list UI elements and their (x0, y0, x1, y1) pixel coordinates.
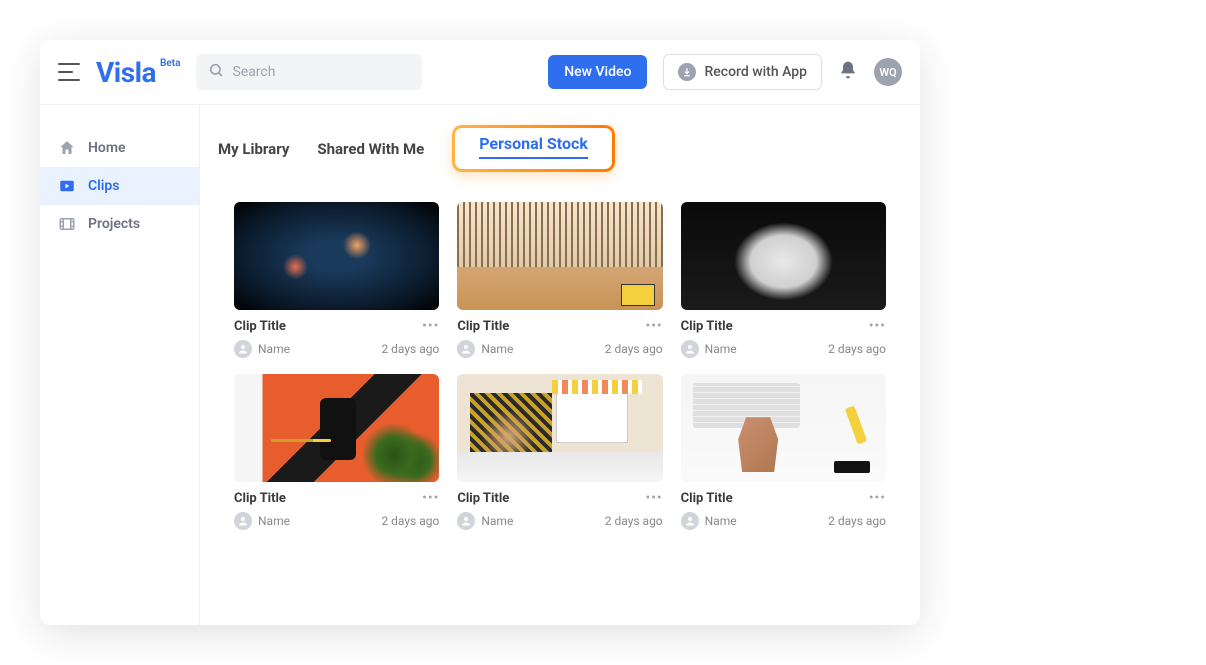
author-avatar-icon (234, 512, 252, 530)
clip-thumbnail[interactable] (681, 202, 886, 310)
clip-title: Clip Title (681, 491, 733, 506)
clip-card: Clip Title ••• Name 2 days ago (234, 374, 439, 530)
tab-shared-with-me[interactable]: Shared With Me (317, 132, 424, 166)
clip-time: 2 days ago (828, 514, 886, 528)
clip-title: Clip Title (457, 491, 509, 506)
author-avatar-icon (457, 340, 475, 358)
author-avatar-icon (681, 340, 699, 358)
new-video-button[interactable]: New Video (548, 55, 647, 89)
sidebar-item-label: Clips (88, 178, 120, 194)
header-bar: Visla Beta New Video Record with App WQ (40, 40, 920, 105)
clip-thumbnail[interactable] (457, 374, 662, 482)
clip-card: Clip Title ••• Name 2 days ago (234, 202, 439, 358)
clip-card: Clip Title ••• Name 2 days ago (457, 202, 662, 358)
tab-personal-stock[interactable]: Personal Stock (452, 125, 615, 172)
clip-thumbnail[interactable] (681, 374, 886, 482)
author-name: Name (705, 514, 737, 528)
author-name: Name (481, 342, 513, 356)
clip-time: 2 days ago (828, 342, 886, 356)
author-avatar-icon (234, 340, 252, 358)
sidebar-item-projects[interactable]: Projects (40, 205, 199, 243)
author-avatar-icon (457, 512, 475, 530)
author-avatar-icon (681, 512, 699, 530)
sidebar: Home Clips Projects (40, 105, 200, 625)
sidebar-item-label: Projects (88, 216, 140, 232)
main-content: My Library Shared With Me Personal Stock… (200, 105, 920, 625)
sidebar-item-home[interactable]: Home (40, 129, 199, 167)
clip-author: Name (681, 512, 737, 530)
app-window: Visla Beta New Video Record with App WQ (40, 40, 920, 625)
tab-personal-stock-label: Personal Stock (479, 134, 588, 159)
clip-thumbnail[interactable] (234, 374, 439, 482)
author-name: Name (258, 342, 290, 356)
library-tabs: My Library Shared With Me Personal Stock (200, 125, 920, 172)
clip-author: Name (234, 512, 290, 530)
brand-beta-tag: Beta (160, 58, 180, 69)
clip-author: Name (457, 512, 513, 530)
more-options-icon[interactable]: ••• (869, 490, 886, 506)
author-name: Name (481, 514, 513, 528)
clip-time: 2 days ago (381, 342, 439, 356)
clips-grid: Clip Title ••• Name 2 days ago (200, 172, 920, 540)
more-options-icon[interactable]: ••• (645, 318, 662, 334)
clip-thumbnail[interactable] (234, 202, 439, 310)
notifications-icon[interactable] (838, 60, 858, 84)
sidebar-item-clips[interactable]: Clips (40, 167, 199, 205)
brand-name: Visla (96, 56, 156, 89)
clip-title: Clip Title (234, 319, 286, 334)
author-name: Name (258, 514, 290, 528)
brand-logo[interactable]: Visla Beta (96, 56, 180, 89)
clip-time: 2 days ago (381, 514, 439, 528)
clip-author: Name (457, 340, 513, 358)
menu-toggle-icon[interactable] (58, 63, 80, 81)
clip-author: Name (234, 340, 290, 358)
clip-thumbnail[interactable] (457, 202, 662, 310)
download-icon (678, 63, 696, 81)
clip-title: Clip Title (457, 319, 509, 334)
clips-icon (58, 177, 76, 195)
clip-author: Name (681, 340, 737, 358)
clip-time: 2 days ago (605, 342, 663, 356)
more-options-icon[interactable]: ••• (422, 318, 439, 334)
more-options-icon[interactable]: ••• (422, 490, 439, 506)
clip-title: Clip Title (681, 319, 733, 334)
app-body: Home Clips Projects My Library Shared Wi… (40, 105, 920, 625)
clip-card: Clip Title ••• Name 2 days ago (457, 374, 662, 530)
author-name: Name (705, 342, 737, 356)
clip-card: Clip Title ••• Name 2 days ago (681, 202, 886, 358)
search-input[interactable] (232, 64, 410, 80)
user-avatar[interactable]: WQ (874, 58, 902, 86)
projects-icon (58, 215, 76, 233)
more-options-icon[interactable]: ••• (645, 490, 662, 506)
record-with-app-button[interactable]: Record with App (663, 54, 822, 90)
search-field[interactable] (196, 54, 422, 90)
sidebar-item-label: Home (88, 140, 126, 156)
tab-my-library[interactable]: My Library (218, 132, 289, 166)
clip-title: Clip Title (234, 491, 286, 506)
home-icon (58, 139, 76, 157)
clip-card: Clip Title ••• Name 2 days ago (681, 374, 886, 530)
search-icon (208, 62, 224, 82)
more-options-icon[interactable]: ••• (869, 318, 886, 334)
clip-time: 2 days ago (605, 514, 663, 528)
record-with-app-label: Record with App (704, 64, 807, 80)
